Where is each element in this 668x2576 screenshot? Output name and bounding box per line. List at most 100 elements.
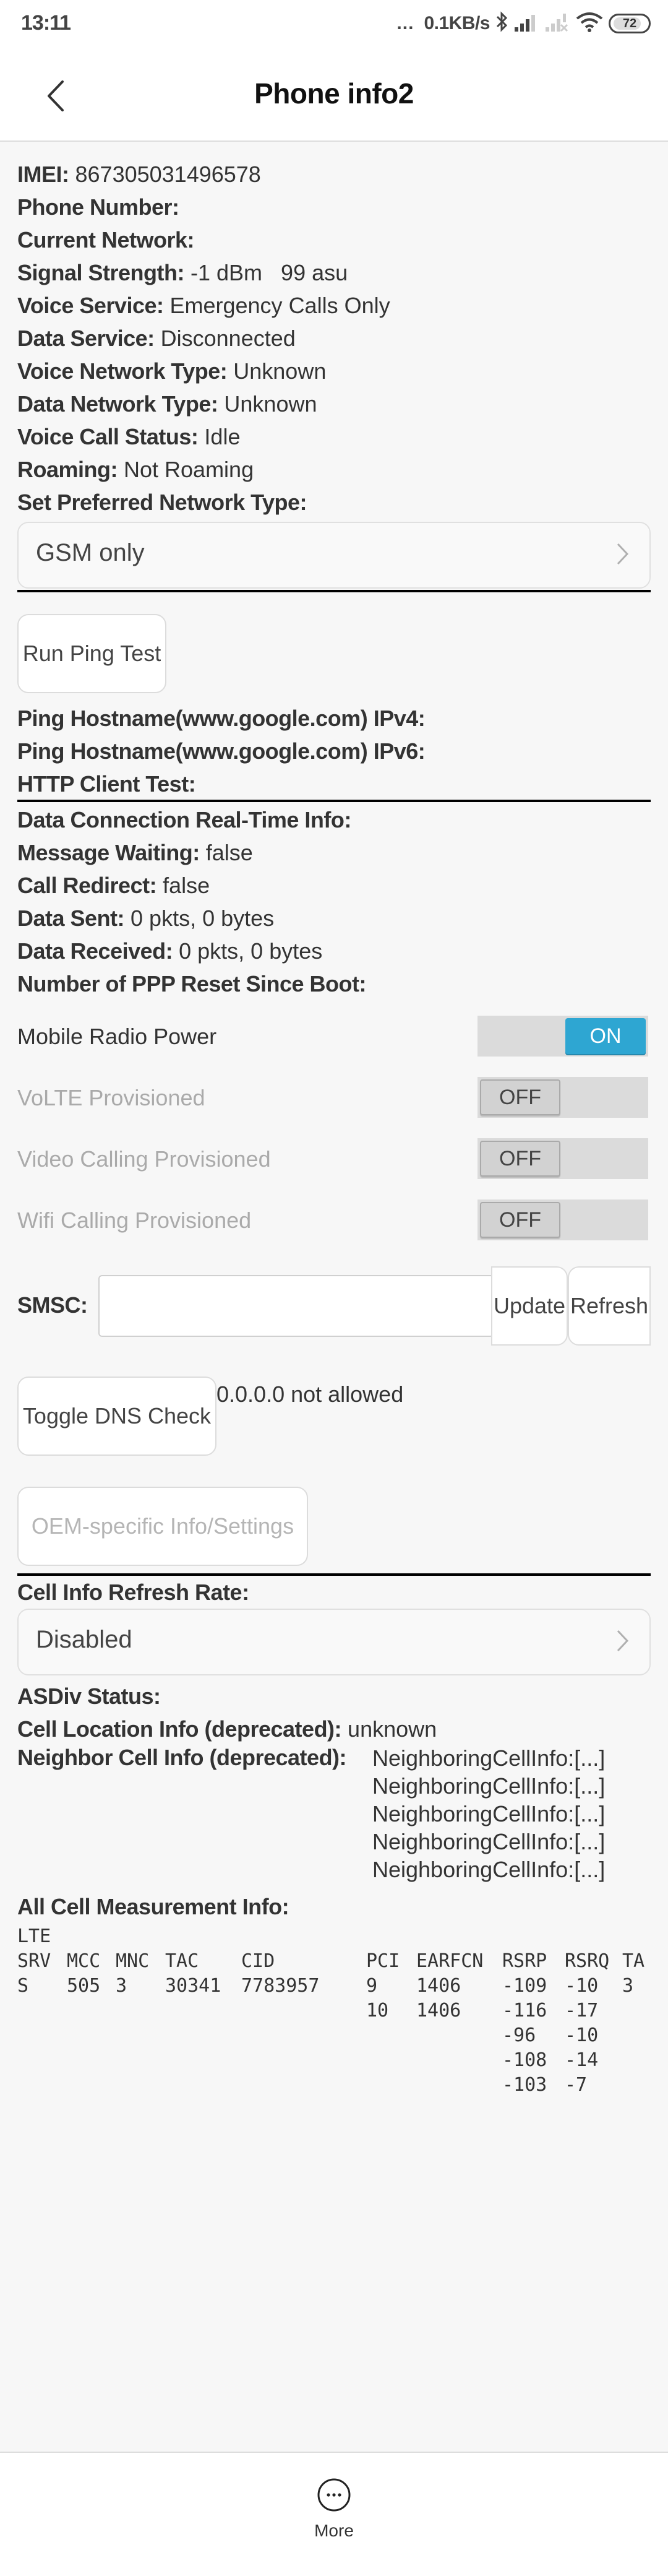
data-network-type-label: Data Network Type: [17, 391, 218, 417]
ping-ipv6-row: Ping Hostname(www.google.com) IPv6: [17, 735, 426, 767]
voice-network-type-row: Voice Network Type: Unknown [17, 355, 326, 387]
cell-refresh-spinner[interactable]: Disabled [17, 1609, 651, 1675]
data-conn-realtime-label: Data Connection Real-Time Info: [17, 807, 351, 832]
cell-column-header: TA [622, 1950, 645, 1972]
cell-column-header: CID [241, 1950, 275, 1972]
voice-call-status-value: Idle [198, 424, 241, 449]
oem-info-settings-button[interactable]: OEM-specific Info/Settings [17, 1487, 308, 1566]
preferred-network-spinner[interactable]: GSM only [17, 522, 651, 589]
cell-column-header: SRV [17, 1950, 51, 1972]
roaming-label: Roaming: [17, 457, 118, 482]
ping-ipv6-label: Ping Hostname(www.google.com) IPv6: [17, 738, 426, 764]
mobile-radio-power-switch[interactable]: ON [477, 1016, 648, 1057]
cell-measurement-value: -116 [502, 2000, 547, 2021]
voice-network-type-label: Voice Network Type: [17, 358, 228, 384]
voice-service-value: Emergency Calls Only [163, 293, 390, 318]
cell-measurement-value: 10 [366, 2000, 389, 2021]
mobile-radio-power-label: Mobile Radio Power [17, 1024, 217, 1049]
http-client-row: HTTP Client Test: [17, 768, 196, 800]
volte-provisioned-label: VoLTE Provisioned [17, 1085, 205, 1110]
switch-thumb: OFF [480, 1079, 560, 1115]
signal-strength-value: -1 dBm 99 asu [184, 260, 348, 285]
cell-measurement-value: 30341 [165, 1975, 221, 1997]
neighbor-cell-item: NeighboringCellInfo:[...] [372, 1857, 606, 1882]
data-service-row: Data Service: Disconnected [17, 322, 296, 355]
neighbor-cell-label: Neighbor Cell Info (deprecated): [17, 1745, 347, 1770]
cell-refresh-heading: Cell Info Refresh Rate: [17, 1576, 249, 1609]
ping-ipv4-row: Ping Hostname(www.google.com) IPv4: [17, 702, 426, 735]
ping-ipv4-label: Ping Hostname(www.google.com) IPv4: [17, 706, 426, 731]
signal-strength-label: Signal Strength: [17, 260, 185, 285]
status-bar: 13:11 ... 0.1KB/s 72 [0, 0, 668, 50]
cell-measurement-value: 1406 [416, 1975, 461, 1997]
current-network-row: Current Network: [17, 224, 195, 256]
network-speed: 0.1KB/s [424, 13, 490, 33]
smsc-input[interactable] [98, 1275, 494, 1337]
cell-refresh-label: Cell Info Refresh Rate: [17, 1580, 249, 1605]
data-sent-value: 0 pkts, 0 bytes [124, 905, 275, 931]
data-received-label: Data Received: [17, 938, 173, 964]
smsc-row: SMSC: [17, 1289, 88, 1321]
cell-location-label: Cell Location Info (deprecated): [17, 1716, 342, 1742]
cell-measurement-value: 7783957 [241, 1975, 320, 1997]
smsc-refresh-button[interactable]: Refresh [568, 1266, 651, 1346]
cell-location-value: unknown [341, 1716, 437, 1742]
voice-call-status-label: Voice Call Status: [17, 424, 199, 449]
asdiv-status-row: ASDiv Status: [17, 1680, 161, 1713]
cell-column-header: PCI [366, 1950, 400, 1972]
imei-label: IMEI: [17, 162, 69, 187]
battery-icon: 72 [609, 14, 651, 33]
more-button[interactable]: More [303, 2478, 365, 2552]
oem-divider [17, 1573, 651, 1576]
cell-measurement-value: -10 [565, 2025, 599, 2046]
chevron-right-icon [617, 543, 629, 565]
volte-provisioned-switch[interactable]: OFF [477, 1077, 648, 1118]
wifi-icon [575, 12, 604, 36]
cell-measurement-value: -103 [502, 2074, 547, 2096]
data-service-label: Data Service: [17, 326, 155, 351]
cell-measurement-value: 505 [67, 1975, 101, 1997]
imei-value: 867305031496578 [69, 162, 261, 187]
voice-network-type-value: Unknown [227, 358, 327, 384]
smsc-update-button[interactable]: Update [491, 1266, 568, 1346]
video-calling-provisioned-switch[interactable]: OFF [477, 1138, 648, 1179]
imei-row: IMEI: 867305031496578 [17, 158, 261, 191]
ppp-reset-row: Number of PPP Reset Since Boot: [17, 968, 366, 1000]
roaming-value: Not Roaming [118, 457, 254, 482]
voice-service-row: Voice Service: Emergency Calls Only [17, 290, 390, 322]
neighbor-cell-item: NeighboringCellInfo:[...] [372, 1773, 606, 1799]
cell-measurement-value: 3 [622, 1975, 634, 1997]
spinner-underline [17, 590, 651, 592]
voice-call-status-row: Voice Call Status: Idle [17, 421, 240, 453]
toggle-dns-check-button[interactable]: Toggle DNS Check [17, 1377, 216, 1456]
data-received-value: 0 pkts, 0 bytes [173, 938, 323, 964]
cell-column-header: RSRP [502, 1950, 547, 1972]
cell-measurement-value: -17 [565, 2000, 599, 2021]
switch-thumb: OFF [480, 1202, 560, 1238]
current-network-label: Current Network: [17, 227, 195, 253]
signal-no-sim-icon [544, 12, 570, 35]
message-waiting-label: Message Waiting: [17, 840, 200, 865]
data-service-value: Disconnected [154, 326, 296, 351]
http-client-label: HTTP Client Test: [17, 771, 196, 797]
bottom-action-bar: More [0, 2452, 668, 2576]
call-redirect-row: Call Redirect: false [17, 870, 210, 902]
cell-refresh-selected: Disabled [36, 1626, 132, 1653]
neighbor-cell-row: Neighbor Cell Info (deprecated): [17, 1742, 347, 1774]
data-sent-label: Data Sent: [17, 905, 125, 931]
cell-column-header: MNC [116, 1950, 150, 1972]
wifi-calling-provisioned-switch[interactable]: OFF [477, 1199, 648, 1240]
video-calling-provisioned-label: Video Calling Provisioned [17, 1146, 271, 1172]
voice-service-label: Voice Service: [17, 293, 164, 318]
phone-number-label: Phone Number: [17, 194, 179, 220]
cell-column-header: TAC [165, 1950, 199, 1972]
smsc-label: SMSC: [17, 1292, 88, 1318]
call-redirect-value: false [156, 873, 210, 898]
run-ping-test-button[interactable]: Run Ping Test [17, 614, 166, 693]
neighbor-cell-item: NeighboringCellInfo:[...] [372, 1829, 606, 1854]
cell-column-header: MCC [67, 1950, 101, 1972]
chevron-right-icon [617, 1630, 629, 1652]
data-network-type-value: Unknown [218, 391, 317, 417]
roaming-row: Roaming: Not Roaming [17, 454, 254, 486]
neighbor-cell-item: NeighboringCellInfo:[...] [372, 1745, 606, 1771]
